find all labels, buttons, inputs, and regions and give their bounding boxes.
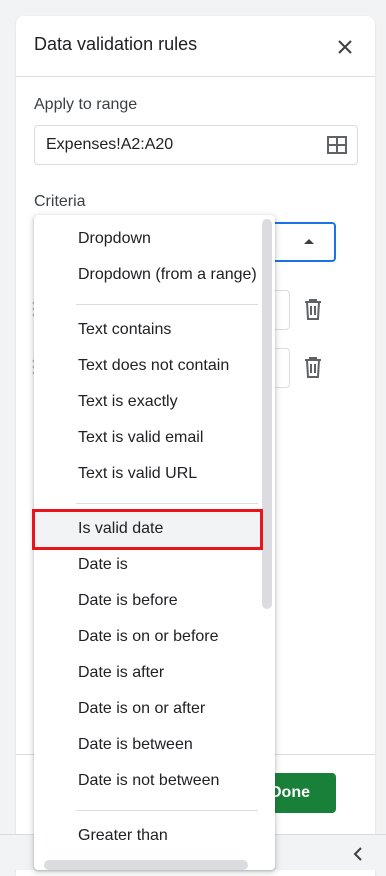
vertical-scrollbar[interactable]	[262, 219, 272, 609]
menu-item-date-is-after[interactable]: Date is after	[34, 655, 262, 691]
menu-item-text-is-valid-email[interactable]: Text is valid email	[34, 420, 262, 456]
range-input[interactable]: Expenses!A2:A20	[34, 125, 358, 165]
apply-to-range-label: Apply to range	[34, 96, 138, 113]
criteria-label: Criteria	[34, 193, 86, 210]
close-button[interactable]	[334, 36, 356, 58]
menu-item-date-is-not-between[interactable]: Date is not between	[34, 763, 262, 799]
menu-item-dropdown[interactable]: Dropdown	[34, 221, 262, 257]
menu-item-text-is-exactly[interactable]: Text is exactly	[34, 384, 262, 420]
header-divider	[16, 76, 375, 77]
menu-item-text-contains[interactable]: Text contains	[34, 312, 262, 348]
horizontal-scrollbar[interactable]	[44, 860, 248, 870]
menu-item-dropdown-from-range[interactable]: Dropdown (from a range)	[34, 257, 262, 293]
menu-separator	[76, 304, 258, 305]
menu-item-date-is-on-or-after[interactable]: Date is on or after	[34, 691, 262, 727]
menu-separator	[76, 810, 258, 811]
range-value: Expenses!A2:A20	[46, 136, 174, 153]
criteria-dropdown-menu: Dropdown Dropdown (from a range) Text co…	[34, 215, 275, 870]
panel-title: Data validation rules	[34, 34, 198, 54]
menu-item-text-is-valid-url[interactable]: Text is valid URL	[34, 456, 262, 492]
menu-item-date-is-on-or-before[interactable]: Date is on or before	[34, 619, 262, 655]
trash-icon[interactable]	[304, 298, 322, 320]
menu-item-date-is-before[interactable]: Date is before	[34, 583, 262, 619]
menu-item-is-valid-date[interactable]: Is valid date	[34, 511, 262, 547]
menu-separator	[76, 503, 258, 504]
select-range-grid-icon[interactable]	[327, 136, 347, 154]
menu-item-date-is[interactable]: Date is	[34, 547, 262, 583]
caret-up-icon	[304, 239, 314, 244]
menu-item-text-does-not-contain[interactable]: Text does not contain	[34, 348, 262, 384]
menu-item-greater-than[interactable]: Greater than	[34, 818, 262, 854]
close-icon	[338, 40, 352, 54]
trash-icon[interactable]	[304, 356, 322, 378]
chevron-left-icon[interactable]	[352, 846, 364, 862]
menu-item-date-is-between[interactable]: Date is between	[34, 727, 262, 763]
